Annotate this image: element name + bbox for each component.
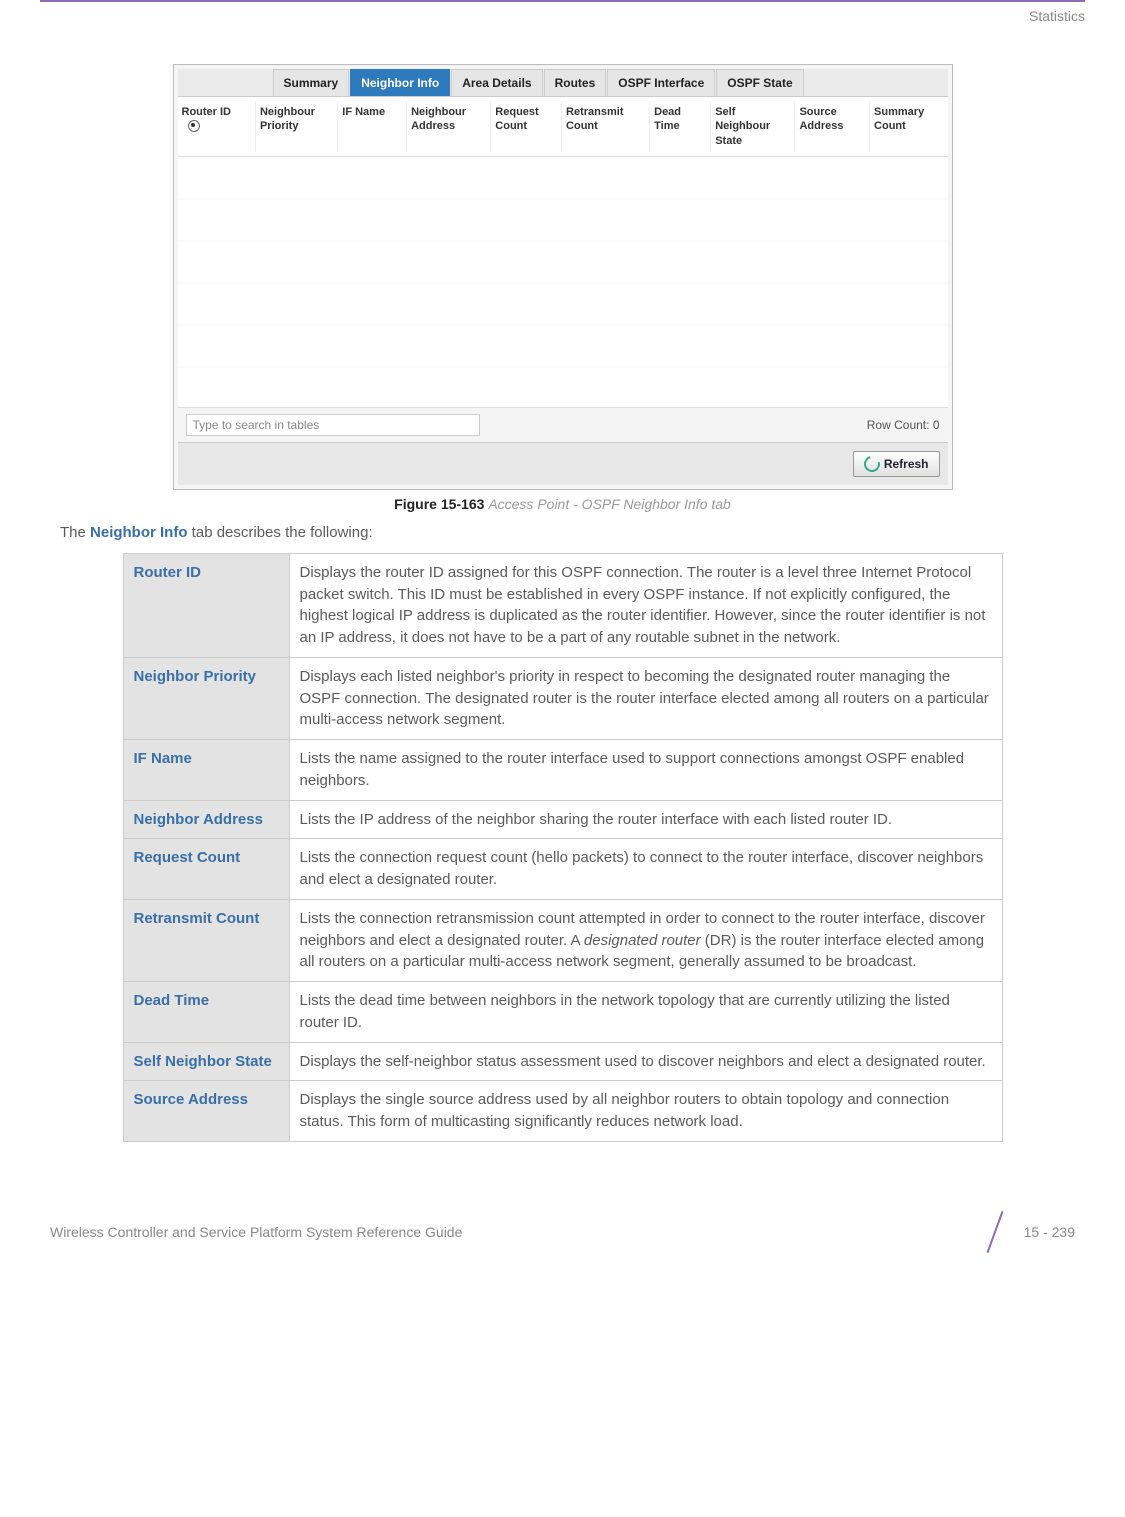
row-label: IF Name <box>123 740 289 801</box>
table-row: Self Neighbor State Displays the self-ne… <box>123 1042 1002 1081</box>
tabs-row: Summary Neighbor Info Area Details Route… <box>178 69 948 97</box>
row-count-value: 0 <box>933 418 940 432</box>
grid-header: Router ID Neighbour Priority IF Name Nei… <box>178 97 948 157</box>
col-request-count[interactable]: Request Count <box>491 101 562 152</box>
row-count-label: Row Count: <box>867 418 930 432</box>
col-neighbour-priority[interactable]: Neighbour Priority <box>256 101 338 152</box>
intro-bold: Neighbor Info <box>90 524 188 541</box>
page-footer: Wireless Controller and Service Platform… <box>0 1162 1125 1272</box>
row-label: Router ID <box>123 553 289 657</box>
col-summary-count[interactable]: Summary Count <box>870 101 947 152</box>
col-router-id[interactable]: Router ID <box>178 101 256 152</box>
page-number-block: 15 - 239 <box>976 1212 1075 1252</box>
figure-label: Figure 15-163 <box>394 496 484 512</box>
tab-area-details[interactable]: Area Details <box>451 69 542 96</box>
figure-caption: Figure 15-163 Access Point - OSPF Neighb… <box>60 496 1065 512</box>
col-source-address[interactable]: Source Address <box>795 101 870 152</box>
row-desc: Lists the connection retransmission coun… <box>289 899 1002 981</box>
table-row: Neighbor Priority Displays each listed n… <box>123 657 1002 739</box>
row-desc: Lists the name assigned to the router in… <box>289 740 1002 801</box>
col-router-id-label: Router ID <box>182 106 232 118</box>
intro-text: The Neighbor Info tab describes the foll… <box>60 524 1065 541</box>
guide-title: Wireless Controller and Service Platform… <box>50 1224 462 1240</box>
row-desc: Lists the dead time between neighbors in… <box>289 982 1002 1043</box>
row-label: Dead Time <box>123 982 289 1043</box>
ospf-neighbor-screenshot: Summary Neighbor Info Area Details Route… <box>173 64 953 490</box>
tab-summary[interactable]: Summary <box>273 69 350 96</box>
row-desc: Displays each listed neighbor's priority… <box>289 657 1002 739</box>
row-desc: Displays the router ID assigned for this… <box>289 553 1002 657</box>
section-header: Statistics <box>0 2 1125 24</box>
row-label: Source Address <box>123 1081 289 1142</box>
tab-routes[interactable]: Routes <box>544 69 607 96</box>
tab-spacer <box>178 69 273 96</box>
table-row: Router ID Displays the router ID assigne… <box>123 553 1002 657</box>
col-self-neighbour-state[interactable]: Self Neighbour State <box>711 101 795 152</box>
page-content: Summary Neighbor Info Area Details Route… <box>0 24 1125 1162</box>
table-row: Dead Time Lists the dead time between ne… <box>123 982 1002 1043</box>
page-number: 15 - 239 <box>1024 1224 1075 1240</box>
row-label: Request Count <box>123 839 289 900</box>
table-row: Source Address Displays the single sourc… <box>123 1081 1002 1142</box>
grid-footer: Type to search in tables Row Count: 0 <box>178 407 948 442</box>
sort-indicator-icon <box>188 120 200 132</box>
figure-title: Access Point - OSPF Neighbor Info tab <box>488 496 731 512</box>
row-desc: Displays the self-neighbor status assess… <box>289 1042 1002 1081</box>
col-dead-time[interactable]: Dead Time <box>650 101 711 152</box>
tab-neighbor-info[interactable]: Neighbor Info <box>350 69 450 96</box>
row-desc: Lists the connection request count (hell… <box>289 839 1002 900</box>
row-label: Neighbor Address <box>123 800 289 839</box>
row-label: Retransmit Count <box>123 899 289 981</box>
intro-suffix: tab describes the following: <box>188 524 373 541</box>
row-desc: Displays the single source address used … <box>289 1081 1002 1142</box>
row-desc: Lists the IP address of the neighbor sha… <box>289 800 1002 839</box>
tab-ospf-state[interactable]: OSPF State <box>716 69 803 96</box>
col-if-name[interactable]: IF Name <box>338 101 407 152</box>
col-neighbour-address[interactable]: Neighbour Address <box>407 101 491 152</box>
slash-icon <box>976 1212 1016 1252</box>
table-row: IF Name Lists the name assigned to the r… <box>123 740 1002 801</box>
refresh-icon <box>861 453 883 475</box>
grid-body <box>178 157 948 407</box>
refresh-button[interactable]: Refresh <box>853 451 940 477</box>
search-input[interactable]: Type to search in tables <box>186 414 480 436</box>
row-label: Neighbor Priority <box>123 657 289 739</box>
table-row: Neighbor Address Lists the IP address of… <box>123 800 1002 839</box>
action-bar: Refresh <box>178 442 948 485</box>
row-label: Self Neighbor State <box>123 1042 289 1081</box>
table-row: Request Count Lists the connection reque… <box>123 839 1002 900</box>
refresh-label: Refresh <box>884 457 929 471</box>
col-retransmit-count[interactable]: Retransmit Count <box>562 101 650 152</box>
row-count: Row Count: 0 <box>867 418 940 432</box>
description-table: Router ID Displays the router ID assigne… <box>123 553 1003 1142</box>
table-row: Retransmit Count Lists the connection re… <box>123 899 1002 981</box>
tab-ospf-interface[interactable]: OSPF Interface <box>607 69 715 96</box>
intro-prefix: The <box>60 524 90 541</box>
